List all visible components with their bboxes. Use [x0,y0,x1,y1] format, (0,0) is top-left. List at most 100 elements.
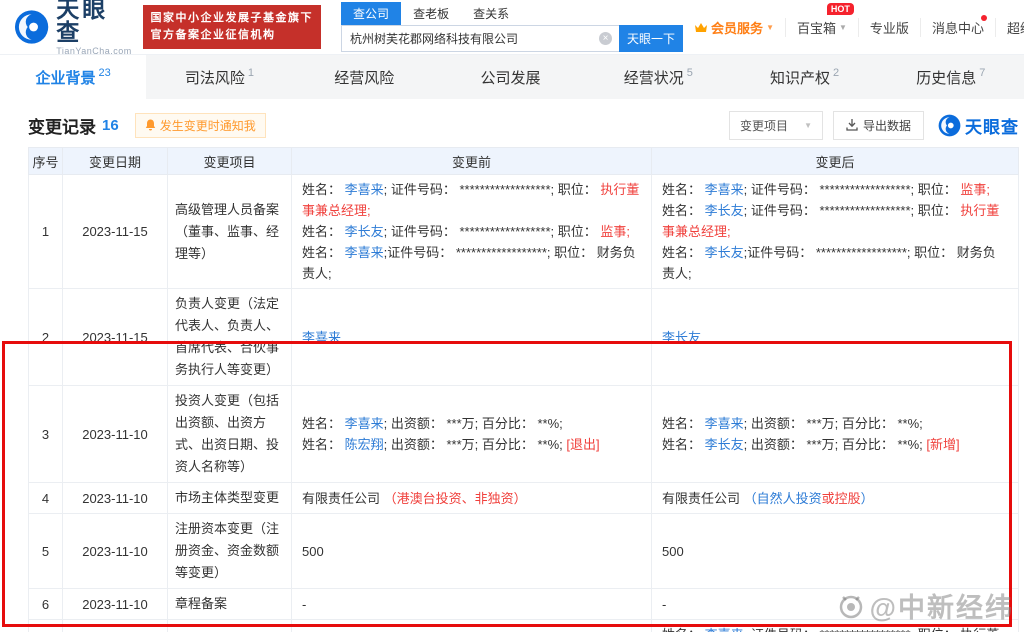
table-header-row: 序号 变更日期 变更项目 变更前 变更后 [29,148,1019,175]
entity-link[interactable]: ） [861,491,874,506]
tab-history-info[interactable]: 历史信息7 [878,55,1024,99]
notify-on-change-button[interactable]: 发生变更时通知我 [135,113,266,138]
cell-text: 姓名： [302,182,345,197]
chevron-down-icon: ▼ [804,121,812,130]
link-super-fenghuo[interactable]: 超级风火.. ▼ [995,18,1024,37]
tab-company-development[interactable]: 公司发展 [439,55,585,99]
cell-before: 姓名： 李喜来; 证件号码： ******************; 职位： 执… [292,620,652,632]
cell-change-item: 章程备案 [168,589,292,620]
cell-text: ; 出资额： ***万; 百分比： **%; [744,437,927,452]
tab-operating-status[interactable]: 经营状况5 [585,55,731,99]
tianyancha-logo[interactable]: 天眼查 TianYanCha.com [14,0,133,56]
search-type-tabs: 查公司 查老板 查关系 [341,2,683,25]
cell-before: - [292,589,652,620]
company-search-input[interactable] [341,25,619,52]
table-row: 42023-11-10市场主体类型变更有限责任公司 （港澳台投资、非独资）有限责… [29,483,1019,514]
top-header: 天眼查 TianYanCha.com 国家中小企业发展子基金旗下 官方备案企业征… [0,0,1024,55]
cell-text: ; 出资额： ***万; 百分比： **%; [384,416,563,431]
col-header-before: 变更前 [292,148,652,175]
col-header-after: 变更后 [652,148,1019,175]
entity-link[interactable]: 李喜来 [345,245,384,260]
cell-text: （港澳台投资、非独资） [384,491,527,506]
search-tab-company[interactable]: 查公司 [341,2,401,25]
cell-text: 姓名： [302,245,345,260]
cell-date: 2023-11-10 [63,483,168,514]
search-tab-relation[interactable]: 查关系 [461,2,521,25]
entity-link[interactable]: 李长友 [345,224,384,239]
cell-date: 2023-11-10 [63,386,168,483]
entity-link[interactable]: 李长友 [705,245,744,260]
table-row: 72023-11-10高级管理人员备案（董事、监事、经理等）姓名： 李喜来; 证… [29,620,1019,632]
top-links: 会员服务 ▼ HOT 百宝箱 ▼ 专业版 消息中心 超级风火.. ▼ [683,18,1024,37]
entity-link[interactable]: 李喜来 [345,416,384,431]
entity-link[interactable]: 李喜来 [705,182,744,197]
cell-seq: 2 [29,289,63,386]
entity-link[interactable]: 李喜来 [705,627,744,632]
tab-operating-risk[interactable]: 经营风险 [293,55,439,99]
cell-seq: 3 [29,386,63,483]
cell-text: 姓名： [302,224,345,239]
change-item-filter-dropdown[interactable]: 变更项目 ▼ [729,111,823,140]
link-toolbox[interactable]: HOT 百宝箱 ▼ [785,18,858,37]
table-row: 52023-11-10注册资本变更（注册资金、资金数额等变更）500500 [29,514,1019,589]
cell-date: 2023-11-15 [63,175,168,289]
cell-text: [退出] [566,437,599,452]
cell-change-item: 投资人变更（包括出资额、出资方式、出资日期、投资人名称等） [168,386,292,483]
cell-text: 监事; [600,224,630,239]
cell-date: 2023-11-15 [63,289,168,386]
cell-seq: 1 [29,175,63,289]
entity-link[interactable]: （自然人投资 [744,491,822,506]
tianyancha-logo-icon [938,114,961,137]
entity-link[interactable]: 李喜来 [302,330,341,345]
download-icon [846,119,858,131]
entity-link[interactable]: 李长友 [705,437,744,452]
table-row: 22023-11-15负责人变更（法定代表人、负责人、首席代表、合伙事务执行人等… [29,289,1019,386]
tab-company-background[interactable]: 企业背景23 [0,55,146,99]
main-content: 变更记录 1 6 发生变更时通知我 变更项目 ▼ 导出数据 [0,99,1024,632]
cell-text: 有限责任公司 [302,491,384,506]
cell-date: 2023-11-10 [63,589,168,620]
link-vip-services[interactable]: 会员服务 ▼ [683,18,785,37]
section-title: 变更记录 [28,113,96,138]
brand-name: 天眼查 [56,0,132,44]
tab-intellectual-property[interactable]: 知识产权2 [731,55,877,99]
col-header-item: 变更项目 [168,148,292,175]
cell-seq: 6 [29,589,63,620]
section-header: 变更记录 16 发生变更时通知我 变更项目 ▼ 导出数据 [28,109,1019,141]
cell-text: 姓名： [662,245,705,260]
entity-link[interactable]: 李喜来 [345,182,384,197]
export-data-button[interactable]: 导出数据 [833,111,924,140]
cell-text: 有限责任公司 [662,491,744,506]
cell-after: 姓名： 李喜来; 出资额： ***万; 百分比： **%;姓名： 李长友; 出资… [652,386,1019,483]
cell-change-item: 高级管理人员备案（董事、监事、经理等） [168,620,292,632]
search-tab-boss[interactable]: 查老板 [401,2,461,25]
entity-link[interactable]: 李喜来 [705,416,744,431]
cell-text: [新增] [926,437,959,452]
cell-text: ; 证件号码： ******************; 职位： [744,182,961,197]
cell-seq: 7 [29,620,63,632]
link-pro-version[interactable]: 专业版 [858,18,920,37]
cell-change-item: 高级管理人员备案（董事、监事、经理等） [168,175,292,289]
change-records-table: 序号 变更日期 变更项目 变更前 变更后 12023-11-15高级管理人员备案… [28,147,1019,632]
link-message-center[interactable]: 消息中心 [920,18,995,37]
chevron-down-icon: ▼ [766,23,774,32]
cell-before: 有限责任公司 （港澳台投资、非独资） [292,483,652,514]
cell-text: 姓名： [302,437,345,452]
entity-link[interactable]: 李长友 [662,330,701,345]
cell-seq: 5 [29,514,63,589]
search-button[interactable]: 天眼一下 [619,25,683,52]
change-table-body: 12023-11-15高级管理人员备案（董事、监事、经理等）姓名： 李喜来; 证… [29,175,1019,632]
bell-icon [145,119,156,131]
cell-before: 500 [292,514,652,589]
cell-text: ; 出资额： ***万; 百分比： **%; [384,437,567,452]
cell-after: 姓名： 李喜来; 证件号码： ******************; 职位： 监… [652,175,1019,289]
cell-change-item: 负责人变更（法定代表人、负责人、首席代表、合伙事务执行人等变更） [168,289,292,386]
clear-search-icon[interactable]: × [599,32,612,45]
table-row: 62023-11-10章程备案-- [29,589,1019,620]
cell-after: 李长友 [652,289,1019,386]
cell-after: 500 [652,514,1019,589]
tab-judicial-risk[interactable]: 司法风险1 [146,55,292,99]
tianyancha-logo-icon [14,9,49,45]
entity-link[interactable]: 李长友 [705,203,744,218]
entity-link[interactable]: 陈宏翔 [345,437,384,452]
